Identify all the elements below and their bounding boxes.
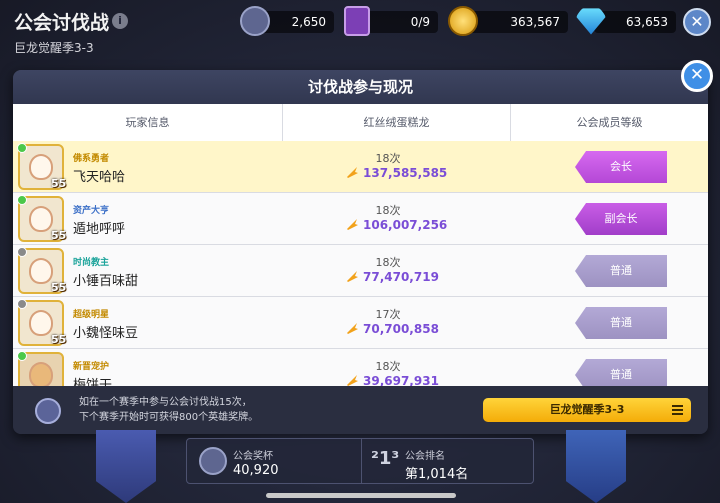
damage-value: 39,697,931: [363, 374, 439, 386]
guild-rank-label: 公会排名: [405, 451, 445, 462]
player-title-badge: 资产大亨: [73, 206, 110, 216]
member-list[interactable]: 55 佛系勇者 飞天哈哈 18次 137,585,585 会长 55 资产大亨 …: [13, 141, 708, 386]
rank-badge: 副会长: [575, 203, 667, 235]
player-level: 55: [51, 281, 67, 294]
diamond-count: 63,653: [626, 15, 668, 29]
damage-value: 70,700,858: [363, 322, 439, 336]
guild-rank-value: 第1,014名: [405, 467, 469, 482]
player-level: 55: [51, 229, 67, 242]
season-subtitle: 巨龙觉醒季3-3: [14, 41, 94, 55]
participation-modal: 讨伐战参与现况 玩家信息 红丝绒蛋糕龙 公会成员等级 55 佛系勇者 飞天哈哈 …: [13, 70, 708, 434]
modal-footer: 如在一个赛季中参与公会讨伐战15次， 下个赛季开始时可获得800个英雄奖牌。 巨…: [13, 386, 708, 434]
member-row[interactable]: 55 佛系勇者 飞天哈哈 18次 137,585,585 会长: [13, 141, 708, 193]
player-title-badge: 佛系勇者: [73, 154, 110, 164]
guild-trophy-icon: [199, 447, 227, 475]
hero-medal-icon: [35, 398, 61, 424]
coin-resource: 363,567: [466, 11, 568, 33]
damage-value: 137,585,585: [363, 166, 448, 180]
damage-icon: [347, 219, 358, 230]
info-icon[interactable]: i: [112, 13, 128, 29]
footer-info: 如在一个赛季中参与公会讨伐战15次， 下个赛季开始时可获得800个英雄奖牌。: [79, 395, 258, 425]
footer-info-line2: 下个赛季开始时可获得800个英雄奖牌。: [79, 412, 259, 423]
player-name: 梅饼干: [73, 378, 113, 386]
divider: [361, 439, 362, 483]
player-name: 遁地呼呼: [73, 222, 126, 237]
member-row[interactable]: 55 超级明星 小魏怪味豆 17次 70,700,858 普通: [13, 297, 708, 349]
close-modal-button[interactable]: ✕: [681, 60, 713, 92]
attack-count: 18次: [375, 256, 401, 269]
rank-badge: 普通: [575, 255, 667, 287]
rank-badge: 普通: [575, 307, 667, 339]
damage-icon: [347, 375, 358, 386]
cookie-avatar-icon: [29, 362, 53, 386]
player-title-badge: 超级明星: [73, 310, 110, 320]
ticket-resource: 0/9: [362, 11, 438, 33]
member-row[interactable]: 55 资产大亨 遁地呼呼 18次 106,007,256 副会长: [13, 193, 708, 245]
cookie-avatar-icon: [29, 154, 53, 180]
ticket-card-icon: [344, 6, 370, 36]
cookie-avatar-icon: [29, 206, 53, 232]
ranking-icon: ²1³: [371, 448, 400, 469]
online-status-icon: [17, 195, 27, 205]
top-bar: 公会讨伐战 i 巨龙觉醒季3-3 2,650 0/9 363,567 63,65…: [0, 0, 720, 62]
page-title: 公会讨伐战: [14, 12, 110, 34]
member-row[interactable]: 新晋宠护 梅饼干 18次 39,697,931 普通: [13, 349, 708, 386]
attack-count: 18次: [375, 360, 401, 373]
cookie-avatar-icon: [29, 258, 53, 284]
damage-value: 77,470,719: [363, 270, 439, 284]
member-row[interactable]: 55 时尚教主 小锤百味甜 18次 77,470,719 普通: [13, 245, 708, 297]
column-boss: 红丝绒蛋糕龙: [283, 104, 511, 141]
avatar[interactable]: 55: [17, 247, 67, 294]
player-level: 55: [51, 333, 67, 346]
column-member-rank: 公会成员等级: [511, 104, 708, 141]
avatar[interactable]: 55: [17, 299, 67, 346]
diamond-resource: 63,653: [594, 11, 676, 33]
online-status-icon: [17, 143, 27, 153]
damage-icon: [347, 271, 358, 282]
guild-stats-panel: 公会奖杯 40,920 ²1³ 公会排名 第1,014名: [186, 438, 534, 484]
rank-badge: 会长: [575, 151, 667, 183]
trophy-count: 2,650: [291, 15, 326, 29]
offline-status-icon: [17, 299, 27, 309]
player-name: 小锤百味甜: [73, 274, 139, 289]
attack-count: 17次: [375, 308, 401, 321]
coin-count: 363,567: [510, 15, 560, 29]
avatar[interactable]: [17, 351, 64, 386]
damage-icon: [347, 323, 358, 334]
footer-info-line1: 如在一个赛季中参与公会讨伐战15次，: [79, 397, 252, 408]
damage-value: 106,007,256: [363, 218, 448, 232]
offline-status-icon: [17, 247, 27, 257]
online-status-icon: [17, 351, 27, 361]
home-indicator[interactable]: [266, 493, 456, 498]
trophy-shield-icon: [240, 6, 270, 36]
coin-icon: [448, 6, 478, 36]
attack-count: 18次: [375, 204, 401, 217]
menu-icon: [672, 405, 683, 415]
modal-title: 讨伐战参与现况: [13, 70, 708, 104]
attack-count: 18次: [375, 152, 401, 165]
guild-trophy-label: 公会奖杯: [233, 451, 273, 462]
season-select-button[interactable]: 巨龙觉醒季3-3: [483, 398, 691, 422]
player-name: 飞天哈哈: [73, 170, 126, 185]
player-name: 小魏怪味豆: [73, 326, 139, 341]
rank-badge: 普通: [575, 359, 667, 386]
player-level: 55: [51, 177, 67, 190]
damage-icon: [347, 167, 358, 178]
avatar[interactable]: 55: [17, 143, 67, 190]
season-select-label: 巨龙觉醒季3-3: [549, 403, 625, 416]
player-title-badge: 新晋宠护: [73, 362, 110, 372]
guild-trophy-value: 40,920: [233, 463, 279, 478]
ticket-count: 0/9: [410, 15, 430, 29]
column-player-info: 玩家信息: [13, 104, 283, 141]
cookie-avatar-icon: [29, 310, 53, 336]
close-page-button[interactable]: ✕: [683, 8, 711, 36]
player-title-badge: 时尚教主: [73, 258, 110, 268]
avatar[interactable]: 55: [17, 195, 67, 242]
